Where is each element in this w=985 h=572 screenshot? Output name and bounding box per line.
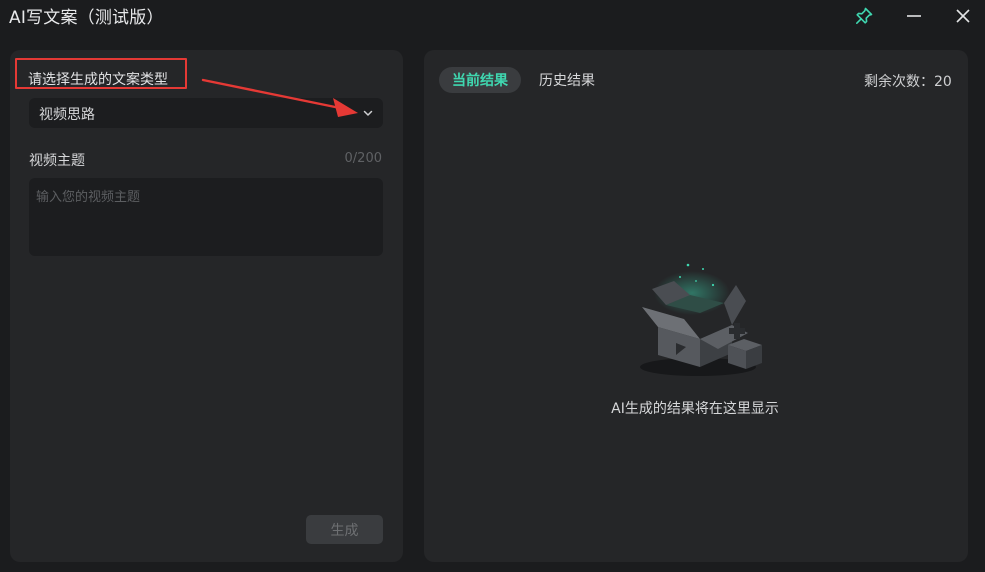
generate-button[interactable]: 生成	[306, 515, 383, 544]
remaining-count: 剩余次数：20	[864, 74, 952, 90]
empty-box-icon	[640, 263, 762, 376]
copy-type-select[interactable]: 视频思路	[29, 98, 383, 128]
window-title: AI写文案（测试版）	[9, 8, 164, 28]
character-counter: 0/200	[344, 151, 382, 166]
minimize-icon	[907, 15, 921, 17]
title-bar: AI写文案（测试版）	[0, 0, 985, 32]
annotation-highlight-box	[15, 58, 187, 89]
video-topic-input[interactable]	[29, 178, 383, 256]
close-icon	[956, 9, 970, 23]
video-topic-label: 视频主题	[29, 153, 85, 169]
tab-history-result[interactable]: 历史结果	[526, 67, 608, 93]
pin-icon	[856, 7, 873, 24]
empty-state-text: AI生成的结果将在这里显示	[611, 401, 779, 417]
copy-type-selected-value: 视频思路	[39, 107, 95, 123]
pin-button[interactable]	[851, 3, 877, 29]
tab-current-result[interactable]: 当前结果	[439, 67, 521, 93]
chevron-down-icon	[363, 110, 373, 116]
app-window: AI写文案（测试版） 请选择生成的文案类型 视频思路 视频主题 0/200 输入…	[0, 0, 985, 572]
close-button[interactable]	[950, 3, 976, 29]
minimize-button[interactable]	[901, 3, 927, 29]
